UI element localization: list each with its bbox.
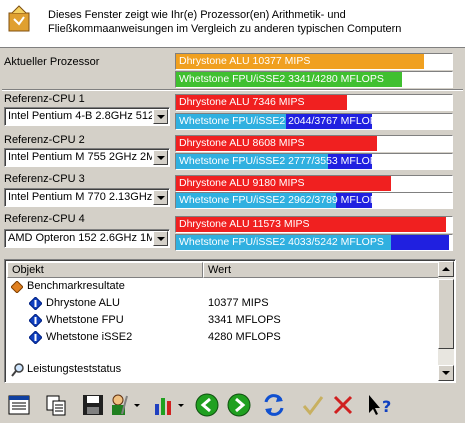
chevron-down-icon[interactable] xyxy=(153,150,168,165)
chevron-down-icon[interactable] xyxy=(153,190,168,205)
magnifier-icon xyxy=(11,363,24,377)
results-list[interactable]: Objekt Wert Benchmarkresultate Dhrystone… xyxy=(4,259,456,383)
ref-cpu-4-fpu-text: Whetstone FPU/iSSE2 4033/5242 MFLOPS xyxy=(179,236,384,248)
ref-cpu-3-alu-bar: Dhrystone ALU 9180 MIPS xyxy=(175,175,453,192)
row-name-whetstone-fpu[interactable]: Whetstone FPU xyxy=(46,314,124,326)
ref-cpu-3-value: Intel Pentium M 770 2.13GHz 2 xyxy=(8,191,152,203)
ref-cpu-2-select[interactable]: Intel Pentium M 755 2GHz 2ML xyxy=(4,148,170,167)
ref-cpu-1-fpu-text: Whetstone FPU/iSSE2 2044/3767 MFLOPS xyxy=(179,115,384,127)
row-name-dhrystone-alu[interactable]: Dhrystone ALU xyxy=(46,297,120,309)
report-icon[interactable] xyxy=(6,392,32,418)
current-fpu-text: Whetstone FPU/iSSE2 3341/4280 MFLOPS xyxy=(179,73,384,85)
chevron-down-icon[interactable] xyxy=(153,109,168,124)
row-value-dhrystone-alu: 10377 MIPS xyxy=(208,297,269,309)
ref-cpu-3-alu-text: Dhrystone ALU 9180 MIPS xyxy=(179,177,305,189)
arrow-down-icon xyxy=(442,371,450,375)
back-icon[interactable] xyxy=(194,392,220,418)
scroll-thumb[interactable] xyxy=(438,279,454,349)
ref-cpu-4-value: AMD Opteron 152 2.6GHz 1ML xyxy=(8,232,152,244)
ref-cpu-4-alu-bar: Dhrystone ALU 11573 MIPS xyxy=(175,216,453,233)
ref-cpu-4-alu-text: Dhrystone ALU 11573 MIPS xyxy=(179,218,310,230)
header-panel: Dieses Fenster zeigt wie Ihr(e) Prozesso… xyxy=(0,0,465,48)
ref-cpu-1-alu-text: Dhrystone ALU 7346 MIPS xyxy=(179,96,305,108)
user-settings-icon[interactable] xyxy=(108,392,142,418)
forward-icon[interactable] xyxy=(226,392,252,418)
ref-cpu-1-label: Referenz-CPU 1 xyxy=(4,93,85,105)
row-name-whetstone-isse2[interactable]: Whetstone iSSE2 xyxy=(46,331,132,343)
group-performance-status[interactable]: Leistungsteststatus xyxy=(27,363,121,375)
ref-cpu-1-select[interactable]: Intel Pentium 4-B 2.8GHz 512L xyxy=(4,107,170,126)
ref-cpu-2-label: Referenz-CPU 2 xyxy=(4,134,85,146)
ref-cpu-4-label: Referenz-CPU 4 xyxy=(4,213,85,225)
current-alu-bar: Dhrystone ALU 10377 MIPS xyxy=(175,53,453,70)
ref-cpu-3-label: Referenz-CPU 3 xyxy=(4,173,85,185)
header-description: Dieses Fenster zeigt wie Ihr(e) Prozesso… xyxy=(48,9,402,35)
benchmark-group-icon xyxy=(11,281,23,293)
ok-icon[interactable] xyxy=(300,392,326,418)
toolbar: ? xyxy=(0,386,465,423)
whetstone-fpu-icon xyxy=(29,314,42,327)
ref-cpu-3-fpu-bar: Whetstone FPU/iSSE2 2962/3789 MFLOPS xyxy=(175,192,453,209)
copy-icon[interactable] xyxy=(43,392,69,418)
ref-cpu-1-alu-bar: Dhrystone ALU 7346 MIPS xyxy=(175,94,453,111)
ref-cpu-1-fpu-bar: Whetstone FPU/iSSE2 2044/3767 MFLOPS xyxy=(175,113,453,130)
scroll-up-button[interactable] xyxy=(438,261,454,277)
current-alu-text: Dhrystone ALU 10377 MIPS xyxy=(179,55,311,67)
refresh-icon[interactable] xyxy=(261,392,287,418)
chevron-down-icon[interactable] xyxy=(153,231,168,246)
ref-cpu-3-select[interactable]: Intel Pentium M 770 2.13GHz 2 xyxy=(4,188,170,207)
whetstone-isse2-icon xyxy=(29,331,42,344)
separator xyxy=(2,89,463,91)
ref-cpu-3-fpu-text: Whetstone FPU/iSSE2 2962/3789 MFLOPS xyxy=(179,194,384,206)
arrow-up-icon xyxy=(442,267,450,271)
chart-icon[interactable] xyxy=(152,392,186,418)
ref-cpu-2-alu-bar: Dhrystone ALU 8608 MIPS xyxy=(175,135,453,152)
svg-text:?: ? xyxy=(382,397,391,416)
save-icon[interactable] xyxy=(80,392,106,418)
list-scrollbar[interactable] xyxy=(438,261,454,381)
dhrystone-alu-icon xyxy=(29,297,42,310)
ref-cpu-2-alu-text: Dhrystone ALU 8608 MIPS xyxy=(179,137,305,149)
ref-cpu-4-select[interactable]: AMD Opteron 152 2.6GHz 1ML xyxy=(4,229,170,248)
row-value-whetstone-fpu: 3341 MFLOPS xyxy=(208,314,281,326)
header-chip-icon xyxy=(8,5,30,32)
scroll-down-button[interactable] xyxy=(438,365,454,381)
current-processor-label: Aktueller Prozessor xyxy=(4,56,100,68)
ref-cpu-2-fpu-text: Whetstone FPU/iSSE2 2777/3553 MFLOPS xyxy=(179,155,384,167)
ref-cpu-4-fpu-bar: Whetstone FPU/iSSE2 4033/5242 MFLOPS xyxy=(175,234,453,251)
ref-cpu-2-value: Intel Pentium M 755 2GHz 2ML xyxy=(8,151,152,163)
current-fpu-bar: Whetstone FPU/iSSE2 3341/4280 MFLOPS xyxy=(175,71,453,88)
column-header-object[interactable]: Objekt xyxy=(7,262,203,278)
help-icon[interactable]: ? xyxy=(366,392,394,418)
cancel-icon[interactable] xyxy=(330,392,356,418)
ref-cpu-1-value: Intel Pentium 4-B 2.8GHz 512L xyxy=(8,110,152,122)
group-benchmark-results[interactable]: Benchmarkresultate xyxy=(27,280,125,292)
row-value-whetstone-isse2: 4280 MFLOPS xyxy=(208,331,281,343)
column-header-value[interactable]: Wert xyxy=(203,262,439,278)
ref-cpu-2-fpu-bar: Whetstone FPU/iSSE2 2777/3553 MFLOPS xyxy=(175,153,453,170)
